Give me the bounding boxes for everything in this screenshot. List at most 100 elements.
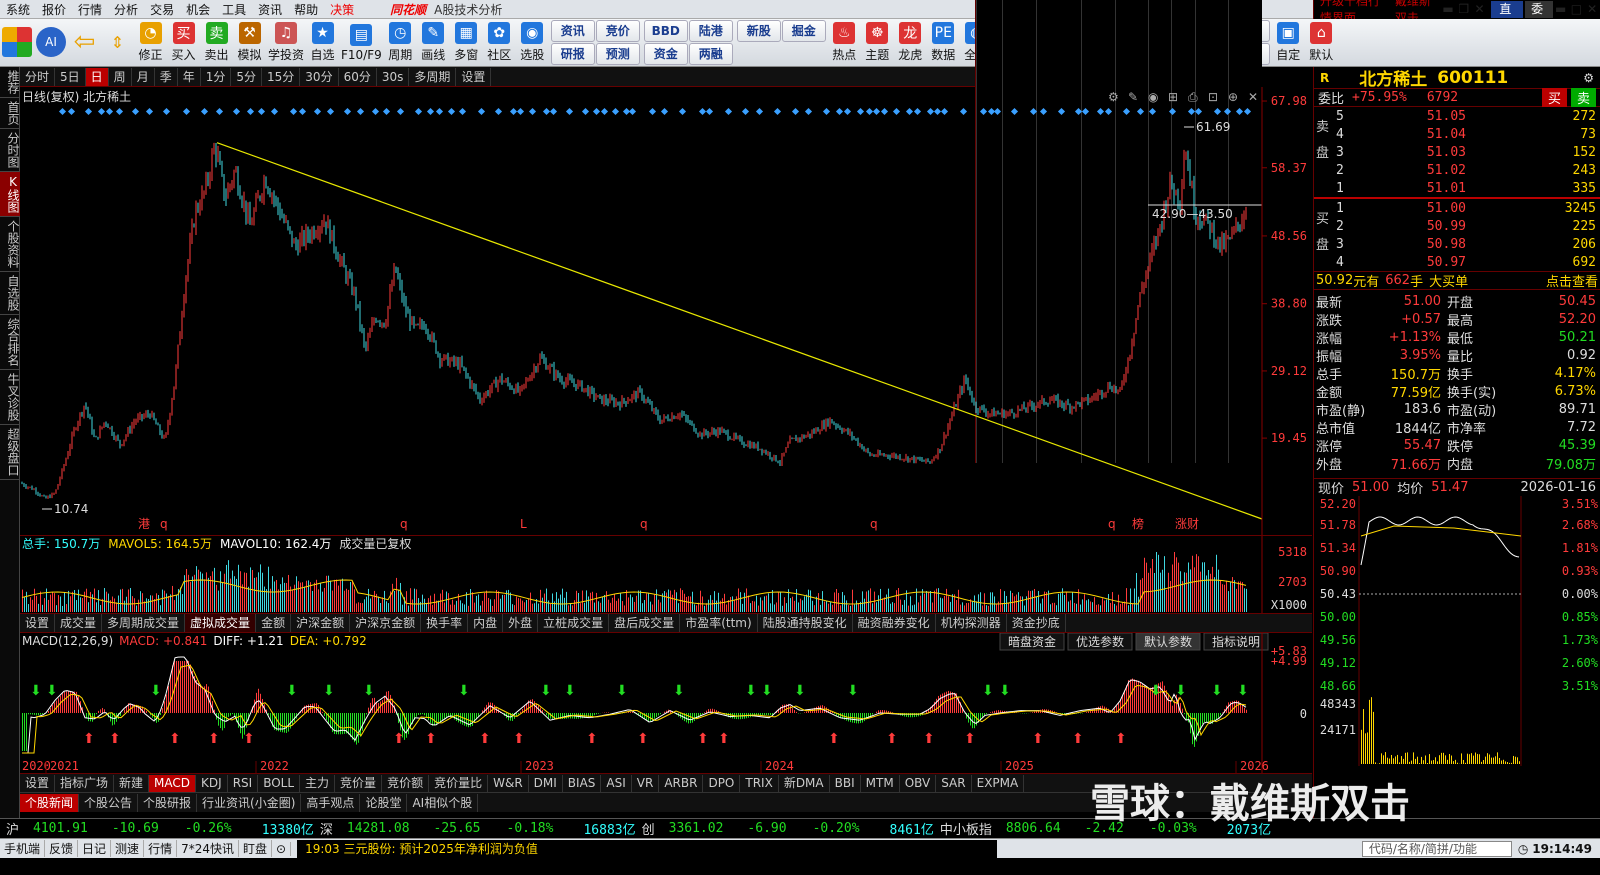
footer-item[interactable]: 手机端 [0, 840, 46, 857]
footer-item[interactable]: 日记 [78, 840, 112, 857]
indicator-tab[interactable]: 盘后成交量 [609, 614, 681, 632]
link-icon[interactable]: ⊙ [272, 841, 292, 856]
sidebar-item[interactable]: 牛叉诊股 [0, 370, 20, 425]
bottom-indicator-tab[interactable]: RSI [228, 774, 259, 792]
sidebar-item[interactable]: 超级盘口 [0, 425, 20, 480]
big-order-link[interactable]: 点击查看 [1546, 271, 1598, 290]
toolbar-8-button[interactable]: ✎ 画线 [417, 20, 450, 66]
toolbar-3-button[interactable]: ⚒ 模拟 [233, 20, 266, 66]
restore-icon[interactable]: ❐ [1456, 2, 1472, 16]
toolbar-grid-button[interactable]: 资讯 [550, 20, 595, 42]
toolbar-grid-button[interactable]: 预测 [595, 43, 640, 65]
period-tab[interactable]: 月 [132, 67, 155, 86]
sidebar-item[interactable]: 个股资料 [0, 217, 20, 272]
toolbar-grid-button[interactable]: 竞价 [595, 20, 640, 42]
toolbar-1-button[interactable]: 买买入 [167, 20, 200, 66]
toolbar-14-button[interactable]: 龙龙虎 [894, 20, 927, 66]
period-tab[interactable]: 分时 [20, 67, 56, 86]
updown-icon[interactable]: ⇕ [101, 20, 134, 66]
toolbar-15-button[interactable]: PE 数据 [927, 20, 960, 66]
minimize-icon[interactable]: ▬ [1440, 2, 1456, 16]
period-tab[interactable]: 30s [377, 67, 410, 86]
sidebar-item[interactable]: 首页 [0, 98, 20, 129]
bottom-indicator-tab[interactable]: TRIX [740, 774, 779, 792]
period-tab[interactable]: 5分 [231, 67, 263, 86]
footer-item[interactable]: 反馈 [45, 840, 79, 857]
bottom-indicator-tab[interactable]: MACD [149, 774, 197, 792]
toolbar-10-button[interactable]: ✿ 社区 [483, 20, 516, 66]
indicator-tab[interactable]: 设置 [20, 614, 56, 632]
footer-item[interactable]: 7*24快讯 [177, 840, 239, 857]
close2-icon[interactable]: ✕ [1584, 2, 1600, 16]
period-tab[interactable]: 周 [109, 67, 132, 86]
news-tab[interactable]: 高手观点 [301, 793, 361, 812]
toolbar-grid-button[interactable]: 两融 [688, 43, 733, 65]
bottom-indicator-tab[interactable]: BBI [830, 774, 861, 792]
indicator-tab[interactable]: 多周期成交量 [102, 614, 186, 632]
indicator-tab[interactable]: 市盈率(ttm) [680, 614, 758, 632]
menu-item[interactable]: 行情 [72, 1, 108, 18]
indicator-tab[interactable]: 虚拟成交量 [185, 614, 257, 632]
toolbar-6-button[interactable]: ▤ F10/F9 [339, 20, 384, 66]
menu-item[interactable]: 帮助 [288, 1, 324, 18]
bottom-indicator-tab[interactable]: SAR [936, 774, 972, 792]
sidebar-item[interactable]: 自选股 [0, 272, 20, 315]
news-tab[interactable]: 个股公告 [79, 793, 139, 812]
sidebar-item[interactable]: 推荐 [0, 67, 20, 98]
bottom-indicator-tab[interactable]: 竞价额 [382, 774, 430, 792]
menu-item[interactable]: 分析 [108, 1, 144, 18]
toolbar-grid-button[interactable]: 新股 [736, 20, 781, 42]
indicator-tab[interactable]: 沪深金额 [291, 614, 351, 632]
period-tab[interactable]: 日 [85, 67, 109, 86]
bottom-indicator-tab[interactable]: 新DMA [779, 774, 830, 792]
toolbar-9-button[interactable]: ▦ 多窗 [450, 20, 483, 66]
bottom-indicator-tab[interactable]: 设置 [20, 774, 56, 792]
bottom-indicator-tab[interactable]: DMI [529, 774, 563, 792]
toolbar-18-button[interactable]: ⌂ 默认 [1305, 20, 1338, 66]
menu-item[interactable]: 系统 [0, 1, 36, 18]
news-tab[interactable]: 个股新闻 [20, 793, 80, 812]
period-tab[interactable]: 5日 [55, 67, 86, 86]
bottom-indicator-tab[interactable]: MTM [861, 774, 900, 792]
news-tab[interactable]: 个股研报 [138, 793, 198, 812]
big-order-row[interactable]: 50.92 元有 662 手大买单 点击查看 [1314, 271, 1600, 290]
menu-item[interactable]: 机会 [180, 1, 216, 18]
toolbar-12-button[interactable]: ♨ 热点 [828, 20, 861, 66]
toolbar-grid-button[interactable]: 掘金 [781, 20, 826, 42]
toolbar-grid-button[interactable]: 资金 [643, 43, 688, 65]
period-tab[interactable]: 设置 [456, 67, 492, 86]
period-tab[interactable]: 年 [178, 67, 201, 86]
ai-icon[interactable]: AI [34, 20, 68, 66]
menu-item-decision[interactable]: 决策 [324, 1, 360, 18]
menu-item[interactable]: 交易 [144, 1, 180, 18]
toolbar-5-button[interactable]: ★ 自选 [306, 20, 339, 66]
bottom-indicator-tab[interactable]: 竞价量 [335, 774, 383, 792]
indicator-tab[interactable]: 融资融券变化 [853, 614, 936, 632]
volume-panel[interactable]: 总手: 150.7万 MAVOL5: 164.5万 MAVOL10: 162.4万成… [20, 535, 1312, 614]
toolbar-4-button[interactable]: ♫ 学投资 [266, 20, 306, 66]
sidebar-item[interactable]: 综合排名 [0, 315, 20, 370]
min2-icon[interactable]: ▬ [1553, 2, 1569, 16]
max2-icon[interactable]: □ [1569, 2, 1585, 16]
indicator-tab[interactable]: 机构探测器 [936, 614, 1007, 632]
indicator-tab[interactable]: 资金抄底 [1007, 614, 1066, 632]
period-tab[interactable]: 多周期 [409, 67, 457, 86]
bottom-indicator-tab[interactable]: KDJ [196, 774, 228, 792]
news-tab[interactable]: 论股堂 [360, 793, 408, 812]
period-tab[interactable]: 15分 [262, 67, 301, 86]
close-icon[interactable]: ✕ [1472, 2, 1488, 16]
bottom-indicator-tab[interactable]: OBV [900, 774, 937, 792]
sell-button[interactable]: 卖 [1570, 88, 1596, 107]
indicator-tab[interactable]: 金额 [256, 614, 292, 632]
menu-item[interactable]: 资讯 [252, 1, 288, 18]
bottom-indicator-tab[interactable]: VR [632, 774, 660, 792]
toolbar-grid-button[interactable]: 陆港 [688, 20, 733, 42]
period-tab[interactable]: 60分 [339, 67, 377, 86]
bottom-indicator-tab[interactable]: BIAS [563, 774, 602, 792]
intraday-mini-chart[interactable]: 52.20 51.78 51.34 50.90 50.43 50.00 49.56 49.12… [1314, 496, 1600, 766]
indicator-tab[interactable]: 成交量 [55, 614, 103, 632]
kline-chart[interactable]: 67.98 58.37 48.56 38.80 29.12 19.45 日线(复权) 北方稀… [20, 87, 1312, 535]
bottom-indicator-tab[interactable]: 新建 [114, 774, 150, 792]
toolbar-7-button[interactable]: ◷ 周期 [384, 20, 417, 66]
toolbar-2-button[interactable]: 卖卖出 [200, 20, 233, 66]
